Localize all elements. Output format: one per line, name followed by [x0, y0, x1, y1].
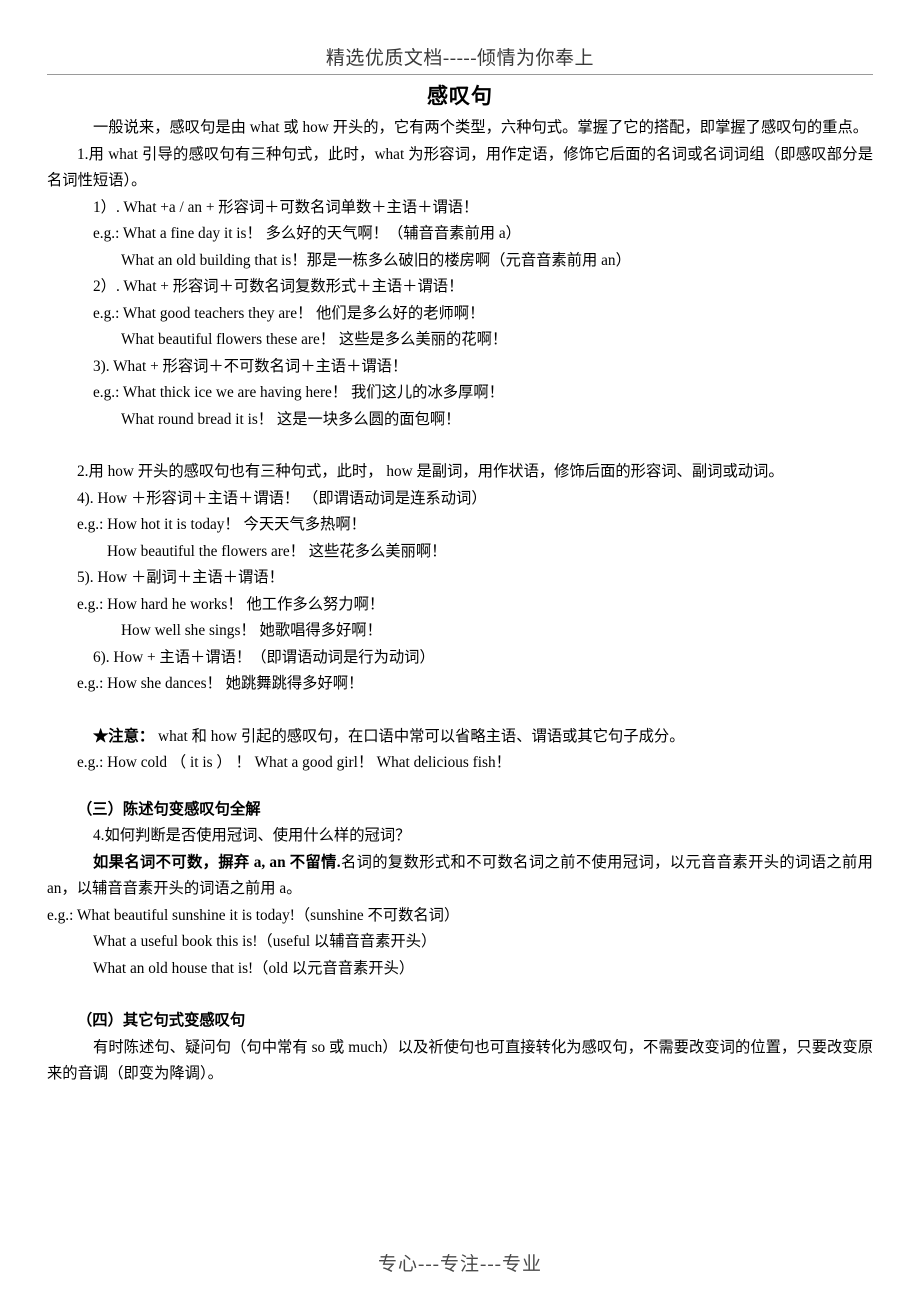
- section-4-heading: （四）其它句式变感叹句: [77, 1012, 246, 1030]
- document-body: 感叹句 一般说来，感叹句是由 what 或 how 开头的，它有两个类型，六种句…: [47, 75, 873, 1088]
- page-header: 精选优质文档-----倾情为你奉上: [0, 0, 920, 75]
- rule2-pattern-6-formula: 6). How + 主语＋谓语！（即谓语动词是行为动词）: [93, 648, 435, 666]
- spacer-before-note: [47, 698, 873, 724]
- section-3-rule: 如果名词不可数，摒弃 a, an 不留情.名词的复数形式和不可数名词之前不使用冠…: [47, 850, 873, 903]
- rule1-pattern-1-example-2: What an old building that is！那是一栋多么破旧的楼房…: [121, 251, 631, 269]
- page-footer: 专心---专注---专业: [0, 1249, 920, 1276]
- header-banner-text: 精选优质文档-----倾情为你奉上: [325, 48, 595, 69]
- rule1-pattern-3-example-1: e.g.: What thick ice we are having here！…: [93, 384, 504, 402]
- note-line: ★注意： what 和 how 引起的感叹句，在口语中常可以省略主语、谓语或其它…: [47, 724, 873, 751]
- note-example: e.g.: How cold （ it is ） ！ What a good g…: [77, 754, 511, 772]
- page-title: 感叹句: [427, 83, 493, 108]
- rule2-lead-paragraph: 2.用 how 开头的感叹句也有三种句式，此时， how 是副词，用作状语，修饰…: [77, 463, 784, 481]
- intro-paragraph: 一般说来，感叹句是由 what 或 how 开头的，它有两个类型，六种句式。掌握…: [93, 119, 869, 137]
- section-3-question: 4.如何判断是否使用冠词、使用什么样的冠词？: [93, 827, 411, 845]
- rule1-lead-paragraph: 1.用 what 引导的感叹句有三种句式，此时，what 为形容词，用作定语，修…: [47, 145, 873, 190]
- rule1-pattern-1-example-1: e.g.: What a fine day it is！ 多么好的天气啊！（辅音…: [93, 225, 521, 243]
- spacer-before-section3: [47, 777, 873, 797]
- section-3-example-1: e.g.: What beautiful sunshine it is toda…: [47, 906, 460, 924]
- rule1-pattern-2-example-2: What beautiful flowers these are！ 这些是多么美…: [121, 331, 508, 349]
- rule1-pattern-3-example-2: What round bread it is！ 这是一块多么圆的面包啊！: [121, 410, 461, 428]
- rule2-pattern-6-example-1: e.g.: How she dances！ 她跳舞跳得多好啊！: [77, 675, 364, 693]
- section-3-heading: （三）陈述句变感叹句全解: [77, 800, 261, 818]
- rule1-pattern-2-example-1: e.g.: What good teachers they are！ 他们是多么…: [93, 304, 485, 322]
- rule2-pattern-5-example-1: e.g.: How hard he works！ 他工作多么努力啊！: [77, 595, 385, 613]
- section-3-example-3: What an old house that is!（old 以元音音素开头）: [93, 959, 415, 977]
- rule1-pattern-3-formula: 3). What + 形容词＋不可数名词＋主语＋谓语！: [93, 357, 408, 375]
- rule2-pattern-5-example-2: How well she sings！ 她歌唱得多好啊！: [121, 622, 382, 640]
- rule1-pattern-2-formula: 2）. What + 形容词＋可数名词复数形式＋主语＋谓语！: [93, 278, 464, 296]
- footer-text: 专心---专注---专业: [378, 1254, 542, 1275]
- rule2-pattern-4-formula: 4). How ＋形容词＋主语＋谓语！ （即谓语动词是连系动词）: [77, 489, 487, 507]
- document-page: 精选优质文档-----倾情为你奉上 感叹句 一般说来，感叹句是由 what 或 …: [0, 0, 920, 1302]
- section-3-example-2: What a useful book this is!（useful 以辅音音素…: [93, 933, 437, 951]
- spacer-before-rule2: [47, 433, 873, 459]
- note-text: what 和 how 引起的感叹句，在口语中常可以省略主语、谓语或其它句子成分。: [154, 727, 685, 745]
- spacer-before-section4: [47, 982, 873, 1008]
- rule2-pattern-4-example-1: e.g.: How hot it is today！ 今天天气多热啊！: [77, 516, 366, 534]
- note-label: ★注意：: [93, 727, 155, 745]
- section-4-paragraph: 有时陈述句、疑问句（句中常有 so 或 much）以及祈使句也可直接转化为感叹句…: [47, 1038, 873, 1083]
- rule1-pattern-1-formula: 1）. What +a / an + 形容词＋可数名词单数＋主语＋谓语！: [93, 198, 479, 216]
- section-3-rule-bold: 如果名词不可数，摒弃 a, an 不留情.: [93, 853, 341, 871]
- rule2-pattern-5-formula: 5). How ＋副词＋主语＋谓语！: [77, 569, 284, 587]
- rule2-pattern-4-example-2: How beautiful the flowers are！ 这些花多么美丽啊！: [107, 542, 447, 560]
